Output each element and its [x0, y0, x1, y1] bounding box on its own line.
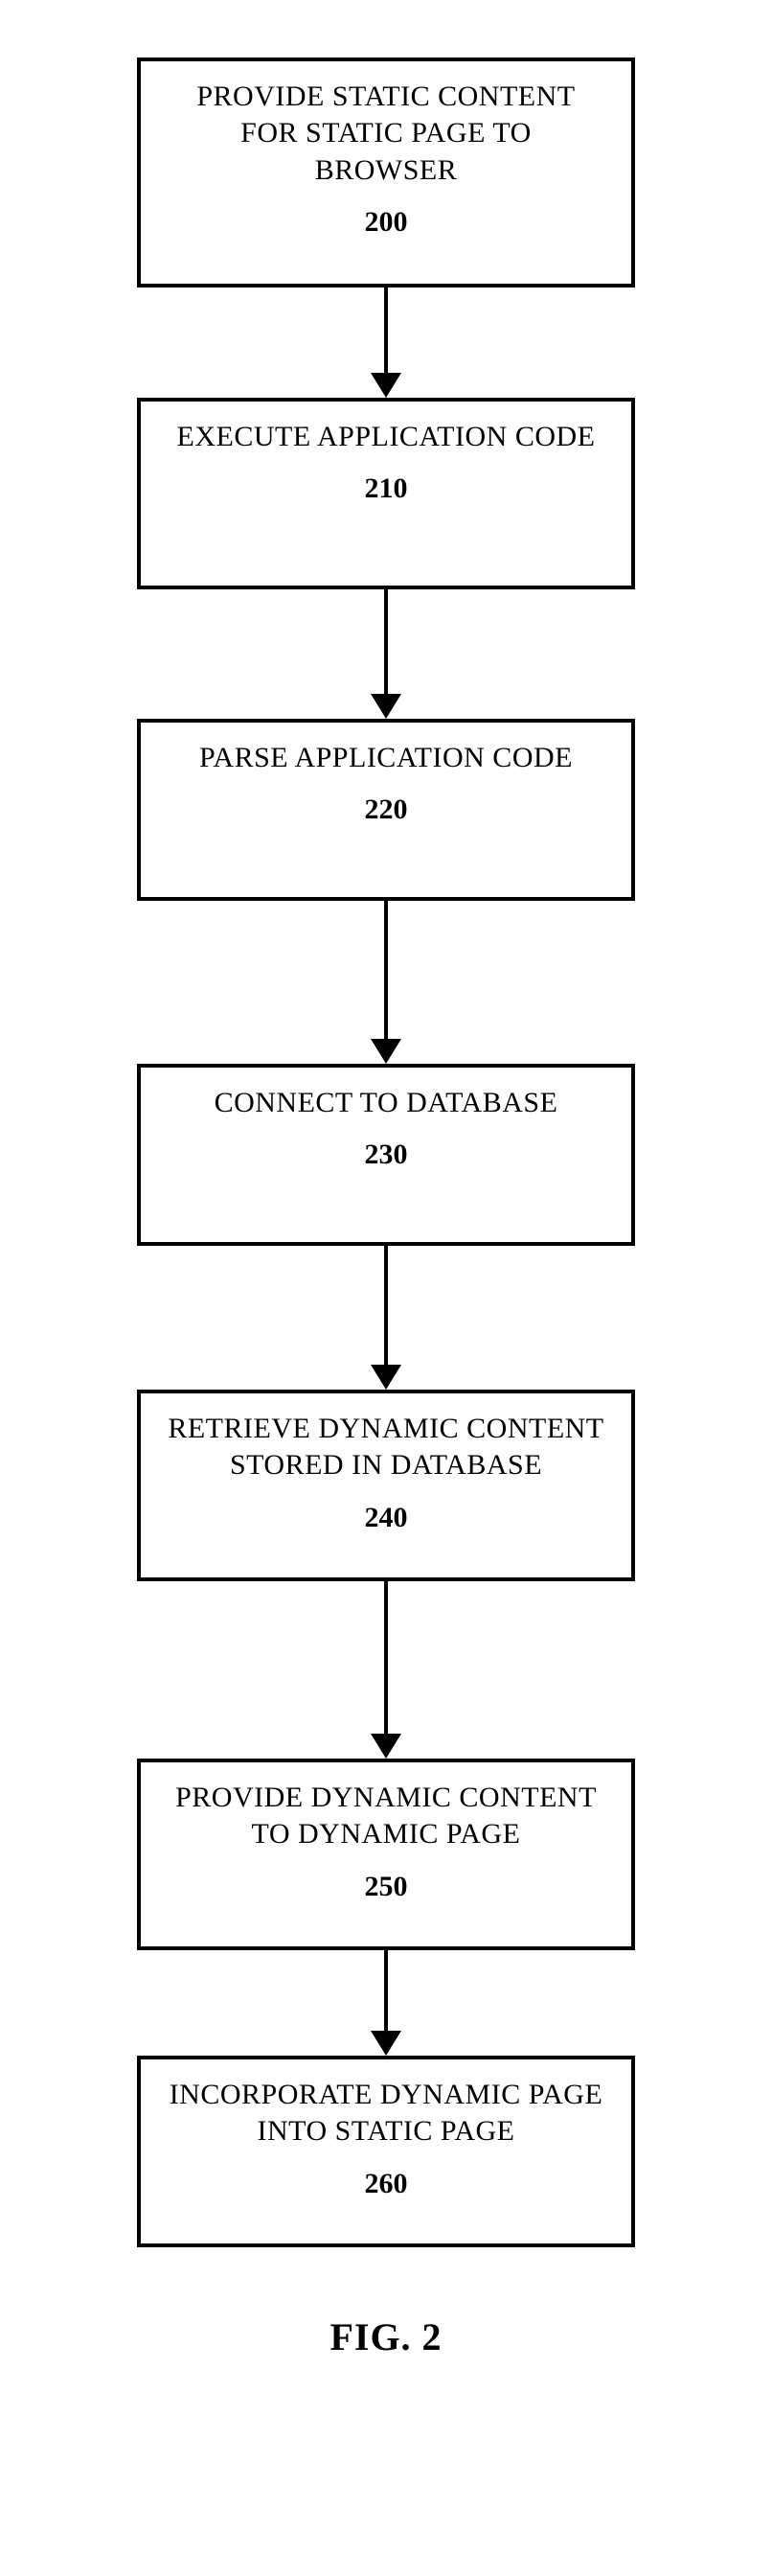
arrow-head-icon [371, 2031, 401, 2056]
flow-node-200: PROVIDE STATIC CONTENT FOR STATIC PAGE T… [137, 58, 635, 288]
flow-node-ref: 230 [365, 1138, 408, 1171]
arrow-shaft [384, 288, 388, 374]
flow-node-240: RETRIEVE DYNAMIC CONTENT STORED IN DATAB… [137, 1390, 635, 1581]
flow-node-label: RETRIEVE DYNAMIC CONTENT STORED IN DATAB… [168, 1411, 603, 1484]
arrow-shaft [384, 1246, 388, 1366]
flowchart: PROVIDE STATIC CONTENT FOR STATIC PAGE T… [0, 58, 772, 2247]
flow-arrow [371, 1246, 401, 1390]
flowchart-figure: PROVIDE STATIC CONTENT FOR STATIC PAGE T… [0, 0, 772, 2398]
flow-node-ref: 210 [365, 472, 408, 505]
arrow-head-icon [371, 1365, 401, 1390]
arrow-head-icon [371, 1734, 401, 1759]
flow-arrow [371, 1950, 401, 2056]
flow-node-ref: 240 [365, 1502, 408, 1534]
flow-node-210: EXECUTE APPLICATION CODE 210 [137, 398, 635, 589]
arrow-head-icon [371, 694, 401, 719]
flow-arrow [371, 1581, 401, 1759]
arrow-head-icon [371, 1039, 401, 1064]
flow-node-label: CONNECT TO DATABASE [215, 1085, 558, 1121]
flow-arrow [371, 901, 401, 1064]
flow-node-ref: 250 [365, 1871, 408, 1903]
arrow-head-icon [371, 373, 401, 398]
flow-node-ref: 200 [365, 206, 408, 239]
flow-node-label: EXECUTE APPLICATION CODE [177, 419, 596, 455]
flow-arrow [371, 288, 401, 398]
arrow-shaft [384, 589, 388, 695]
flow-node-label: INCORPORATE DYNAMIC PAGE INTO STATIC PAG… [170, 2077, 603, 2150]
arrow-shaft [384, 901, 388, 1040]
arrow-shaft [384, 1950, 388, 2032]
figure-caption: FIG. 2 [0, 2314, 772, 2359]
flow-node-ref: 260 [365, 2168, 408, 2200]
flow-node-ref: 220 [365, 794, 408, 826]
arrow-shaft [384, 1581, 388, 1735]
flow-node-230: CONNECT TO DATABASE 230 [137, 1064, 635, 1246]
flow-node-220: PARSE APPLICATION CODE 220 [137, 719, 635, 901]
flow-node-label: PARSE APPLICATION CODE [199, 740, 573, 776]
flow-arrow [371, 589, 401, 719]
flow-node-label: PROVIDE STATIC CONTENT FOR STATIC PAGE T… [196, 79, 575, 189]
flow-node-260: INCORPORATE DYNAMIC PAGE INTO STATIC PAG… [137, 2056, 635, 2247]
flow-node-250: PROVIDE DYNAMIC CONTENT TO DYNAMIC PAGE … [137, 1759, 635, 1950]
flow-node-label: PROVIDE DYNAMIC CONTENT TO DYNAMIC PAGE [175, 1780, 597, 1853]
